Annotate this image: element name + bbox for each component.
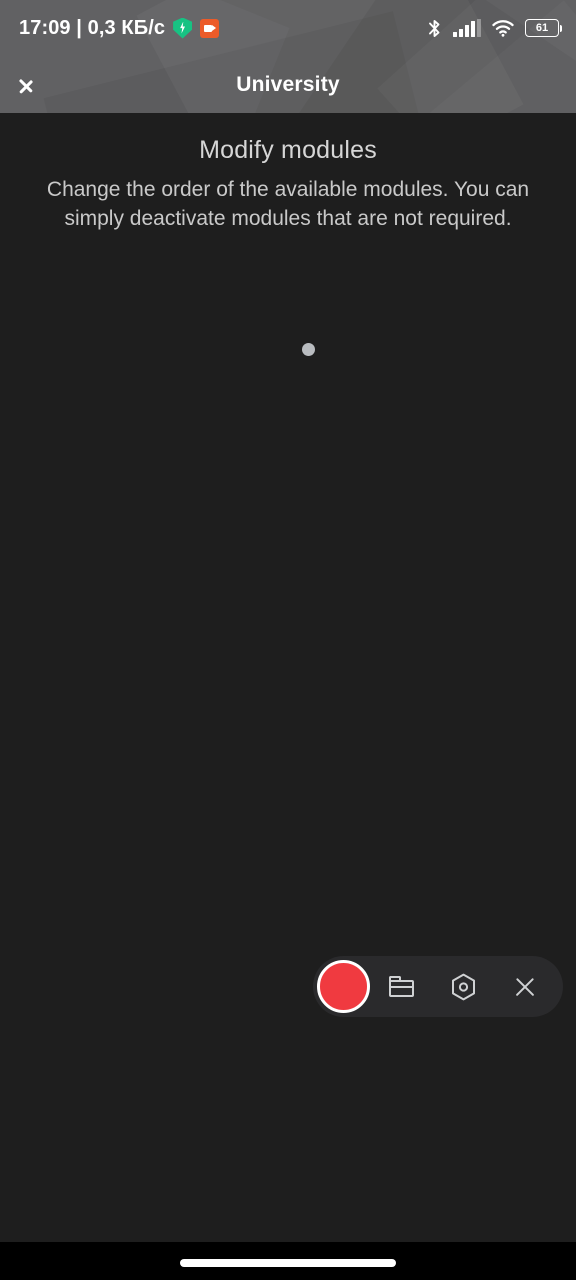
status-bar-left: 17:09 | 0,3 КБ/с: [19, 16, 220, 40]
record-button[interactable]: [317, 960, 370, 1013]
chevron-left-icon: [30, 71, 46, 99]
wifi-icon: [492, 20, 514, 37]
screen-record-icon: [200, 18, 220, 38]
status-bar: 17:09 | 0,3 КБ/с 61: [0, 0, 576, 56]
shield-bolt-icon: [173, 17, 193, 39]
home-gesture-pill[interactable]: [180, 1259, 396, 1267]
screen-recorder-toolbar: [313, 956, 563, 1017]
folder-button[interactable]: [370, 956, 432, 1017]
bluetooth-icon: [429, 19, 440, 37]
modify-modules-heading: Modify modules: [199, 136, 377, 164]
battery-level-text: 61: [535, 21, 549, 34]
settings-hexagon-icon: [451, 973, 475, 1000]
folder-icon: [388, 976, 414, 997]
close-button[interactable]: [494, 956, 556, 1017]
back-button[interactable]: [12, 56, 64, 113]
main-content: Modify modules Change the order of the a…: [0, 113, 576, 1242]
status-bar-right: 61: [427, 18, 562, 39]
modify-modules-description: Change the order of the available module…: [46, 178, 530, 230]
page-title: University: [236, 72, 340, 96]
cellular-signal-icon: [453, 19, 481, 37]
close-icon: [513, 975, 537, 999]
system-nav-bar: [0, 1242, 576, 1280]
phone-screen: 17:09 | 0,3 КБ/с 61 University Modify mo…: [0, 0, 576, 1280]
loading-dot-icon: [302, 343, 315, 356]
status-clock: 17:09 | 0,3 КБ/с: [19, 16, 166, 39]
app-bar: University: [0, 56, 576, 113]
settings-button[interactable]: [432, 956, 494, 1017]
app-header: 17:09 | 0,3 КБ/с 61 University: [0, 0, 576, 113]
battery-icon: 61: [525, 19, 562, 37]
